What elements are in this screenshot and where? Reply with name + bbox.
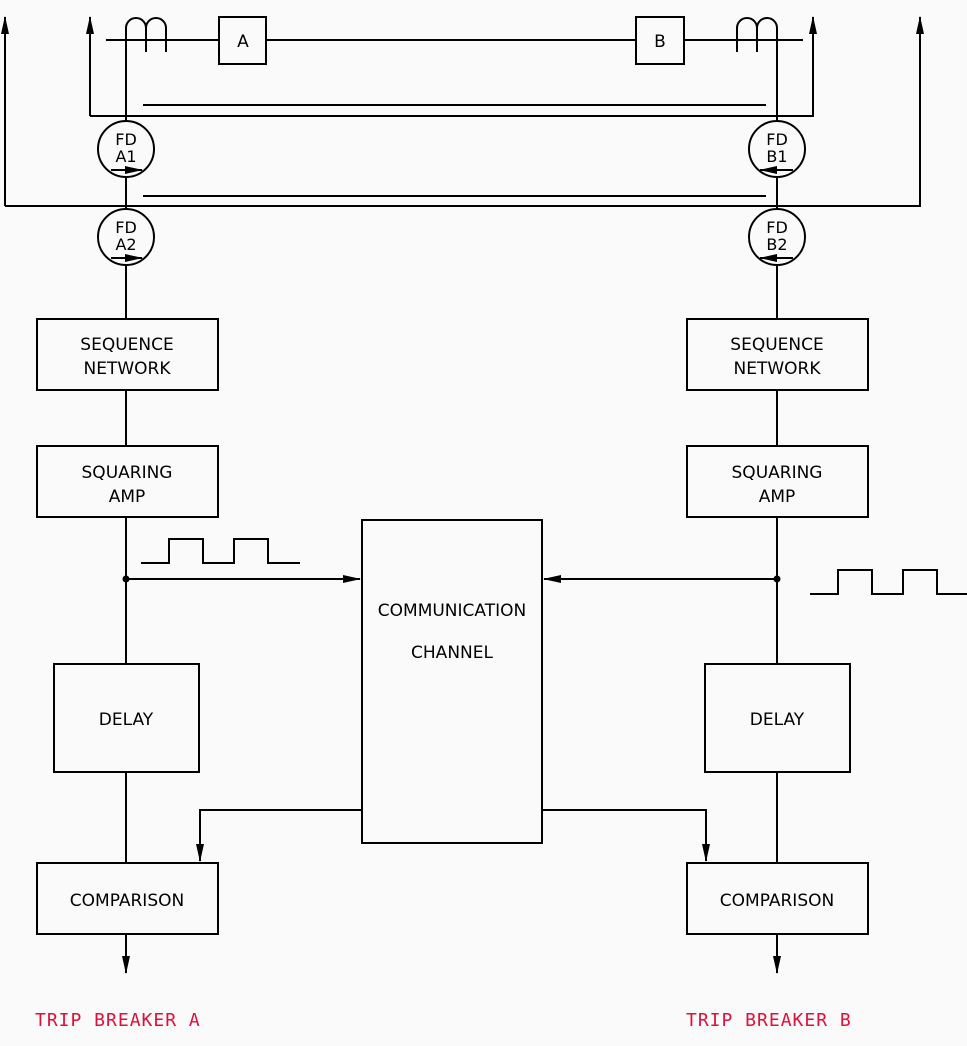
squaring-amp-b: SQUARING AMP [686, 445, 869, 518]
fault-detector-b1: FD B1 [748, 120, 806, 178]
breaker-b: B [635, 16, 685, 65]
delay-b: DELAY [704, 663, 851, 773]
pilot-relay-diagram: A B FD A1 FD A2 FD B1 FD B2 SEQUENCE NET… [0, 16, 967, 1031]
svg-text:CHANNEL: CHANNEL [411, 643, 493, 663]
output-arrow-inner-right [90, 16, 817, 117]
svg-text:COMPARISON: COMPARISON [70, 891, 184, 911]
svg-text:DELAY: DELAY [99, 710, 154, 730]
sequence-network-b: SEQUENCE NETWORK [686, 318, 869, 391]
output-arrow-outer-right [5, 16, 924, 207]
fault-detector-b2: FD B2 [748, 208, 806, 266]
svg-text:A: A [237, 32, 249, 52]
squaring-amp-a: SQUARING AMP [36, 445, 219, 518]
breaker-a: A [218, 16, 267, 65]
svg-text:SQUARING: SQUARING [82, 463, 173, 483]
current-transformer-b [736, 17, 778, 52]
svg-text:SEQUENCE: SEQUENCE [730, 335, 823, 355]
current-transformer-a [125, 17, 167, 52]
svg-text:COMPARISON: COMPARISON [720, 891, 834, 911]
channel-to-comparison-b [542, 809, 710, 862]
svg-text:AMP: AMP [109, 487, 146, 507]
delay-a: DELAY [53, 663, 200, 773]
fault-detector-a2: FD A2 [97, 208, 155, 266]
trip-breaker-a-label: TRIP BREAKER A [35, 1010, 201, 1031]
svg-text:SQUARING: SQUARING [732, 463, 823, 483]
svg-text:DELAY: DELAY [750, 710, 805, 730]
svg-text:A2: A2 [115, 235, 136, 254]
svg-text:NETWORK: NETWORK [734, 359, 822, 379]
svg-text:B: B [654, 32, 666, 52]
communication-channel: COMMUNICATION CHANNEL [361, 519, 543, 844]
svg-text:A1: A1 [115, 147, 136, 166]
svg-text:AMP: AMP [759, 487, 796, 507]
square-wave-a [141, 538, 300, 564]
fault-detector-a1: FD A1 [97, 120, 155, 178]
svg-text:COMMUNICATION: COMMUNICATION [378, 601, 526, 621]
svg-text:B2: B2 [766, 235, 787, 254]
channel-to-comparison-a [196, 809, 362, 862]
comparison-a: COMPARISON [36, 862, 219, 935]
square-wave-b [810, 569, 967, 595]
trip-breaker-b-label: TRIP BREAKER B [686, 1010, 852, 1031]
svg-text:NETWORK: NETWORK [84, 359, 172, 379]
svg-text:B1: B1 [766, 147, 787, 166]
svg-text:SEQUENCE: SEQUENCE [80, 335, 173, 355]
comparison-b: COMPARISON [686, 862, 869, 935]
sequence-network-a: SEQUENCE NETWORK [36, 318, 219, 391]
